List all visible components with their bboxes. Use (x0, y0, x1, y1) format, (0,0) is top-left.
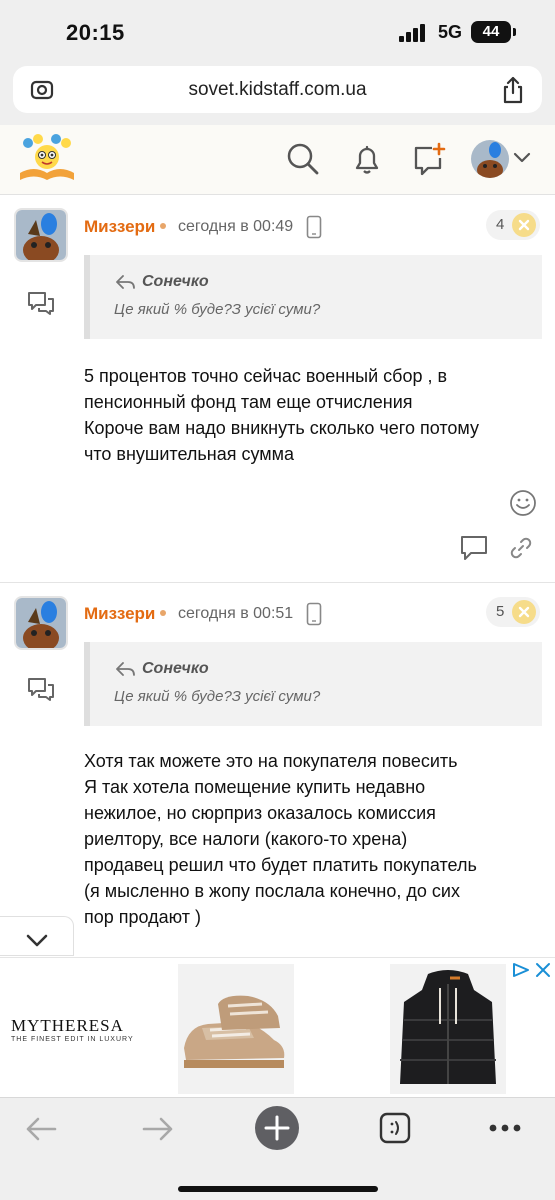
forward-arrow-icon[interactable] (141, 1114, 175, 1144)
adchoices-icon[interactable] (512, 962, 530, 978)
user-avatar[interactable] (471, 140, 509, 178)
ad-tagline: THE FINEST EDIT IN LUXURY (11, 1036, 134, 1043)
ad-close-icon[interactable] (535, 962, 551, 978)
smile-reaction-icon[interactable] (509, 489, 537, 517)
post-number-badge[interactable]: 4 (486, 210, 540, 240)
close-icon[interactable] (512, 213, 536, 237)
post-author[interactable]: Миззери (84, 217, 155, 237)
post-text-line: что внушительная сумма (84, 444, 295, 464)
online-status-dot (160, 610, 166, 616)
browser-bottom-toolbar (0, 1097, 555, 1200)
post-text-line: Короче вам надо вникнуть сколько чего по… (84, 418, 479, 438)
ad-brand[interactable]: MYTHERESA (11, 1016, 124, 1036)
post-body: Хотя так можете это на покупателя повеси… (84, 748, 544, 930)
new-tab-plus-icon[interactable] (254, 1105, 300, 1151)
author-avatar[interactable] (14, 208, 68, 262)
quote-text: Це який % буде?З усієї суми? (114, 301, 321, 318)
more-options-icon[interactable] (488, 1122, 522, 1134)
url-text[interactable]: sovet.kidstaff.com.ua (13, 79, 542, 101)
quote-text: Це який % буде?З усієї суми? (114, 688, 321, 705)
chevron-down-icon (26, 934, 48, 947)
post-text-line: нежилое, но сюрприз оказалось комиссия (84, 803, 436, 823)
link-icon[interactable] (510, 537, 532, 559)
comment-icon[interactable] (459, 534, 489, 562)
site-header (0, 125, 555, 195)
ad-banner[interactable]: MYTHERESA THE FINEST EDIT IN LUXURY (0, 957, 555, 1097)
post-text-line: риелтору, все налоги (какого-то хрена) (84, 829, 408, 849)
post-text-line: 5 процентов точно сейчас военный сбор , … (84, 366, 448, 386)
status-bar: 20:15 5G 44 (0, 0, 555, 62)
post-divider (0, 582, 555, 583)
post-text-line: пор продают ) (84, 907, 201, 927)
mobile-device-icon (306, 602, 322, 626)
reply-arrow-icon (116, 275, 135, 289)
tabs-switcher-icon[interactable] (379, 1112, 411, 1144)
post-text-line: продавец решил что будет платить покупат… (84, 855, 477, 875)
post-body: 5 процентов точно сейчас военный сбор , … (84, 363, 544, 467)
notifications-bell-icon[interactable] (349, 141, 385, 177)
post-time[interactable]: сегодня в 00:49 (178, 218, 293, 236)
post-text-line: Хотя так можете это на покупателя повеси… (84, 751, 458, 771)
share-icon[interactable] (500, 76, 526, 104)
status-time: 20:15 (66, 20, 125, 45)
ad-product-sneakers[interactable] (178, 964, 294, 1094)
quote-author[interactable]: Сонечко (142, 660, 209, 678)
chevron-down-icon[interactable] (513, 151, 531, 165)
back-arrow-icon[interactable] (24, 1114, 58, 1144)
quote-reply-icon[interactable] (26, 290, 56, 316)
online-status-dot (160, 223, 166, 229)
post-time[interactable]: сегодня в 00:51 (178, 605, 293, 623)
forum-post: Миззери сегодня в 00:51 5 Сонечко Це яки… (0, 584, 555, 956)
post-author[interactable]: Миззери (84, 604, 155, 624)
address-bar[interactable]: sovet.kidstaff.com.ua (13, 66, 542, 113)
forum-post: Миззери сегодня в 00:49 4 Сонечко Це яки… (0, 196, 555, 584)
new-message-icon[interactable] (410, 141, 446, 177)
home-indicator[interactable] (178, 1186, 378, 1192)
cellular-signal-icon (399, 22, 427, 42)
ad-product-jacket[interactable] (390, 964, 506, 1094)
search-icon[interactable] (285, 141, 321, 177)
quote-block: Сонечко Це який % буде?З усієї суми? (84, 255, 542, 339)
post-text-line: пенсионный фонд там еще отчисления (84, 392, 413, 412)
battery-icon: 44 (471, 21, 516, 43)
network-type: 5G (438, 22, 463, 42)
quote-author[interactable]: Сонечко (142, 273, 209, 291)
quote-reply-icon[interactable] (26, 676, 56, 702)
post-number: 5 (496, 603, 505, 620)
quote-block: Сонечко Це який % буде?З усієї суми? (84, 642, 542, 726)
post-text-line: (я мысленно в жопу послала конечно, до с… (84, 881, 460, 901)
mobile-device-icon (306, 215, 322, 239)
scroll-down-button[interactable] (0, 916, 74, 956)
browser-top-chrome: 20:15 5G 44 sovet.kidstaff.com.ua (0, 0, 555, 125)
post-number: 4 (496, 216, 505, 233)
kidstaff-logo-icon[interactable] (16, 133, 78, 183)
reply-arrow-icon (116, 662, 135, 676)
post-text-line: Я так хотела помещение купить недавно (84, 777, 426, 797)
author-avatar[interactable] (14, 596, 68, 650)
close-icon[interactable] (512, 600, 536, 624)
post-number-badge[interactable]: 5 (486, 597, 540, 627)
